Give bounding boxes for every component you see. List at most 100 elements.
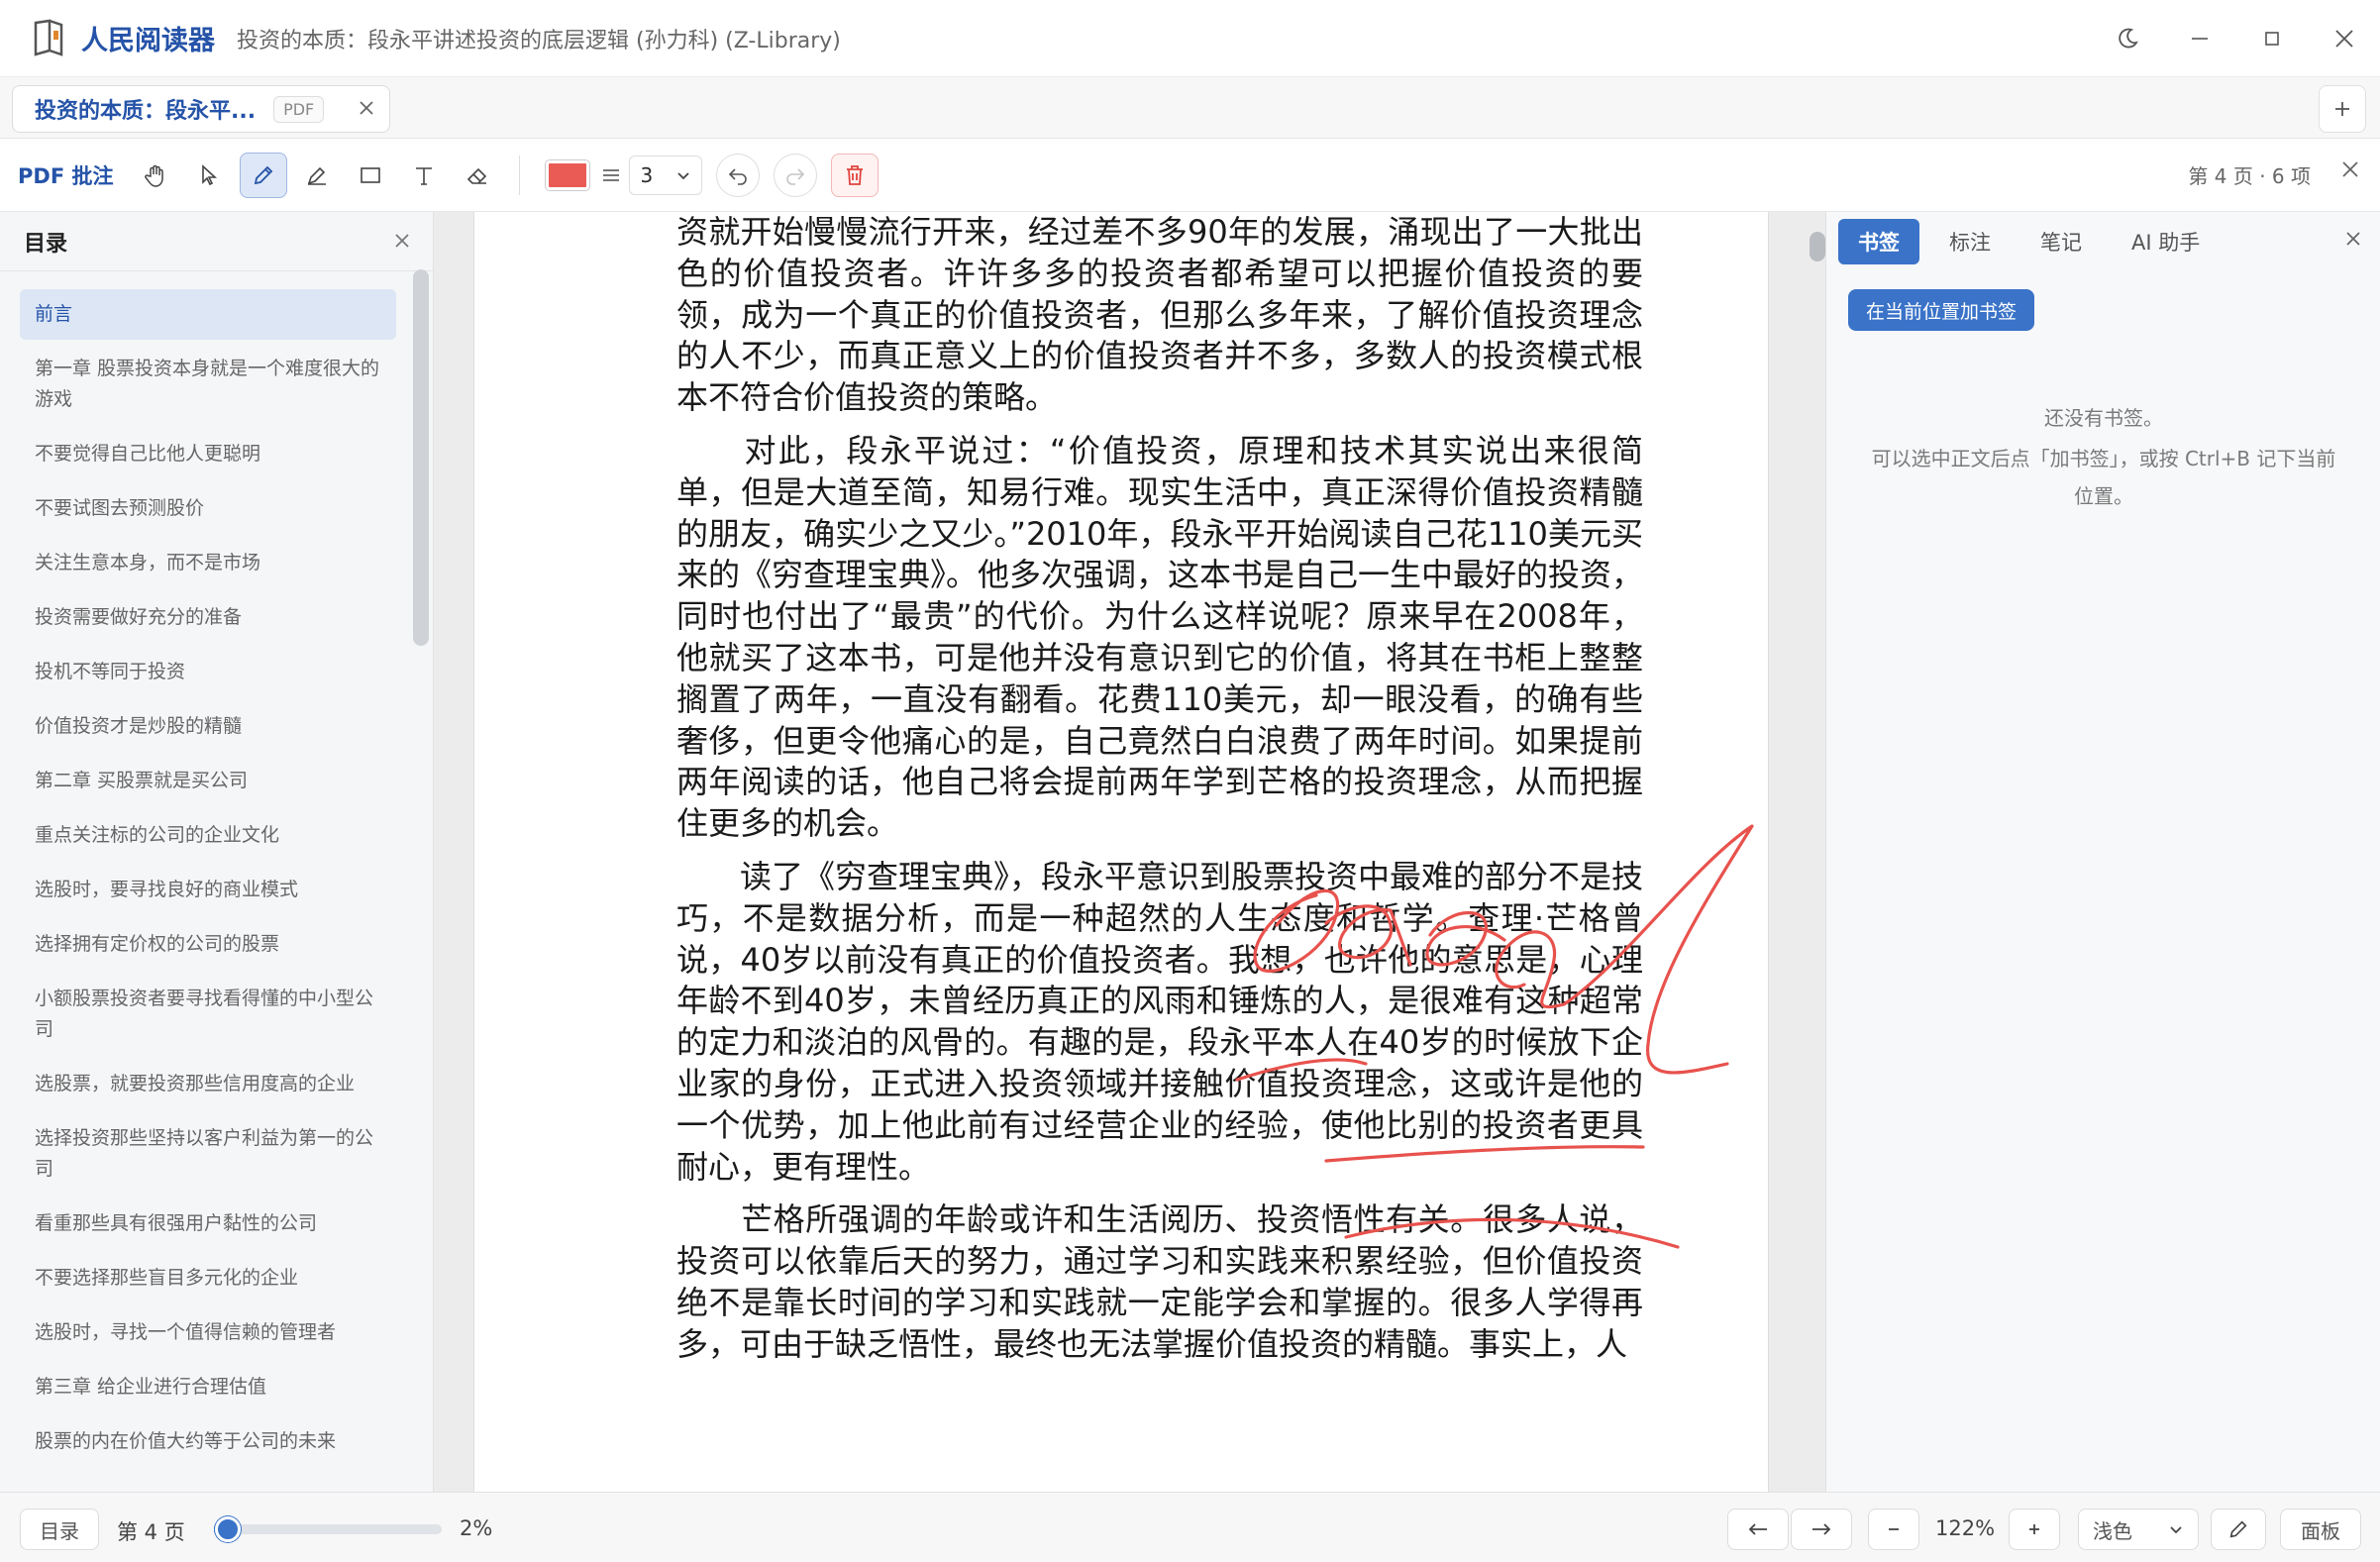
document-tab-title: 投资的本质：段永平... (35, 99, 257, 124)
new-tab-button[interactable] (2319, 85, 2366, 133)
close-tab-button[interactable] (358, 95, 375, 123)
toc-list: 前言 第一章 股票投资本身就是一个难度很大的游戏 不要觉得自己比他人更聪明 不要… (20, 289, 396, 1471)
side-panel: 书签 标注 笔记 AI 助手 在当前位置加书签 还没有书签。 可以选中正文后点「… (1825, 212, 2380, 1492)
tab-bookmarks[interactable]: 书签 (1838, 219, 1919, 264)
progress-handle[interactable] (214, 1516, 241, 1542)
arrow-right-icon (1812, 1523, 1831, 1535)
theme-toggle-button[interactable] (2091, 0, 2163, 77)
close-toc-button[interactable] (393, 228, 411, 256)
annotation-toolbar: PDF 批注 3 第 4 页 · 6 项 (0, 139, 2380, 212)
empty-state-hint: 可以选中正文后点「加书签」，或按 Ctrl+B 记下当前位置。 (1871, 447, 2336, 508)
annotation-count-status: 第 4 页 · 6 项 (2188, 164, 2311, 188)
page-text: 资就开始慢慢流行开来，经过差不多90年的发展，涌现出了一大批出色的价值投资者。许… (676, 212, 1643, 1378)
toc-item[interactable]: 小额股票投资者要寻找看得懂的中小型公司 (20, 974, 396, 1055)
eraser-tool-button[interactable] (454, 153, 501, 198)
next-page-button[interactable] (1791, 1509, 1852, 1550)
undo-button[interactable] (716, 153, 761, 197)
zoom-out-button[interactable] (1868, 1509, 1919, 1550)
close-toolbar-button[interactable] (2340, 156, 2360, 186)
toc-item[interactable]: 投资需要做好充分的准备 (20, 592, 396, 643)
maximize-button[interactable] (2235, 0, 2308, 77)
toc-item[interactable]: 选择投资那些坚持以客户利益为第一的公司 (20, 1113, 396, 1195)
document-tab[interactable]: 投资的本质：段永平... PDF (12, 85, 390, 133)
rectangle-icon (361, 166, 381, 183)
toc-item[interactable]: 选股时，要寻找良好的商业模式 (20, 865, 396, 915)
window-controls (2091, 0, 2380, 77)
toc-item[interactable]: 重点关注标的公司的企业文化 (20, 810, 396, 861)
toc-item[interactable]: 不要觉得自己比他人更聪明 (20, 429, 396, 479)
redo-button[interactable] (774, 153, 818, 197)
previous-page-button[interactable] (1727, 1509, 1789, 1550)
toc-item[interactable]: 前言 (20, 289, 396, 340)
toc-item[interactable]: 选股票，就要投资那些信用度高的企业 (20, 1059, 396, 1109)
progress-slider[interactable] (214, 1516, 442, 1542)
minimize-icon (2191, 38, 2208, 40)
reading-area[interactable]: 资就开始慢慢流行开来，经过差不多90年的发展，涌现出了一大批出色的价值投资者。许… (434, 212, 1825, 1492)
stroke-color-picker[interactable] (545, 158, 591, 191)
stroke-width-select[interactable]: 3 (629, 155, 703, 195)
toc-item[interactable]: 选择拥有定价权的公司的股票 (20, 919, 396, 970)
minimize-button[interactable] (2163, 0, 2235, 77)
delete-annotation-button[interactable] (831, 153, 880, 197)
redo-icon (786, 167, 805, 185)
toc-item[interactable]: 第一章 股票投资本身就是一个难度很大的游戏 (20, 344, 396, 425)
toc-item[interactable]: 选股时，寻找一个值得信赖的管理者 (20, 1307, 396, 1358)
app-name: 人民阅读器 (81, 26, 215, 56)
highlighter-tool-button[interactable] (293, 153, 341, 198)
close-icon (2334, 30, 2353, 48)
toolbar-label: PDF 批注 (18, 163, 114, 188)
pen-tool-button[interactable] (240, 152, 288, 198)
close-window-button[interactable] (2308, 0, 2380, 77)
theme-value: 浅色 (2093, 1518, 2132, 1543)
line-width-icon (603, 168, 620, 181)
tab-ai-assistant[interactable]: AI 助手 (2112, 219, 2220, 264)
toc-item[interactable]: 第二章 买股票就是买公司 (20, 756, 396, 806)
reader-app: 人民阅读器 投资的本质：段永平讲述投资的底层逻辑 (孙力科) (Z-Librar… (0, 0, 2380, 1562)
page-paragraph: 读了《穷查理宝典》，段永平意识到股票投资中最难的部分不是技巧，不是数据分析，而是… (676, 857, 1644, 1186)
toc-item[interactable]: 投机不等同于投资 (20, 647, 396, 697)
tab-annotations[interactable]: 标注 (1929, 219, 2011, 264)
close-icon (2346, 232, 2360, 246)
toc-item[interactable]: 不要选择那些盲目多元化的企业 (20, 1253, 396, 1303)
trash-icon (847, 164, 864, 185)
toc-scrollbar[interactable] (413, 269, 429, 646)
select-tool-button[interactable] (186, 153, 234, 198)
toc-item[interactable]: 股票的内在价值大约等于公司的未来 (20, 1416, 396, 1467)
file-type-badge: PDF (273, 95, 325, 123)
rectangle-tool-button[interactable] (347, 153, 394, 198)
text-tool-button[interactable] (400, 153, 448, 198)
zoom-in-button[interactable] (2009, 1509, 2060, 1550)
panel-toggle-button[interactable]: 面板 (2280, 1509, 2361, 1550)
reader-scrollbar[interactable] (1810, 232, 1825, 261)
close-icon (2342, 161, 2358, 177)
toc-toggle-button[interactable]: 目录 (20, 1509, 99, 1550)
toc-item[interactable]: 看重那些具有很强用户黏性的公司 (20, 1198, 396, 1249)
toc-item[interactable]: 不要试图去预测股价 (20, 483, 396, 534)
theme-select[interactable]: 浅色 (2078, 1509, 2199, 1550)
pen-icon (255, 165, 273, 184)
hand-tool-button[interactable] (133, 153, 180, 198)
maximize-icon (2264, 32, 2279, 46)
toc-item[interactable]: 第三章 给企业进行合理估值 (20, 1362, 396, 1412)
hand-icon (145, 164, 164, 187)
annotate-toggle-button[interactable] (2211, 1509, 2266, 1550)
tab-notes[interactable]: 笔记 (2020, 219, 2102, 264)
close-side-panel-button[interactable] (2344, 226, 2362, 254)
title-bar: 人民阅读器 投资的本质：段永平讲述投资的底层逻辑 (孙力科) (Z-Librar… (0, 0, 2380, 77)
eraser-icon (467, 167, 487, 184)
toolbar-divider (519, 155, 521, 195)
toc-item[interactable]: 价值投资才是炒股的精髓 (20, 701, 396, 752)
book-logo-icon (32, 19, 65, 58)
add-bookmark-button[interactable]: 在当前位置加书签 (1848, 289, 2035, 331)
pdf-page[interactable]: 资就开始慢慢流行开来，经过差不多90年的发展，涌现出了一大批出色的价值投资者。许… (473, 212, 1769, 1492)
toc-item[interactable]: 关注生意本身，而不是市场 (20, 538, 396, 588)
toc-panel: 目录 前言 第一章 股票投资本身就是一个难度很大的游戏 不要觉得自己比他人更聪明… (0, 212, 434, 1492)
minus-icon (1889, 1528, 1899, 1530)
undo-icon (729, 167, 748, 185)
moon-icon (2118, 28, 2138, 49)
plus-icon (2335, 102, 2349, 116)
toc-header: 目录 (0, 212, 433, 271)
stroke-width-value: 3 (640, 162, 654, 187)
zoom-level: 122% (1935, 1516, 1996, 1540)
text-icon (416, 166, 433, 185)
